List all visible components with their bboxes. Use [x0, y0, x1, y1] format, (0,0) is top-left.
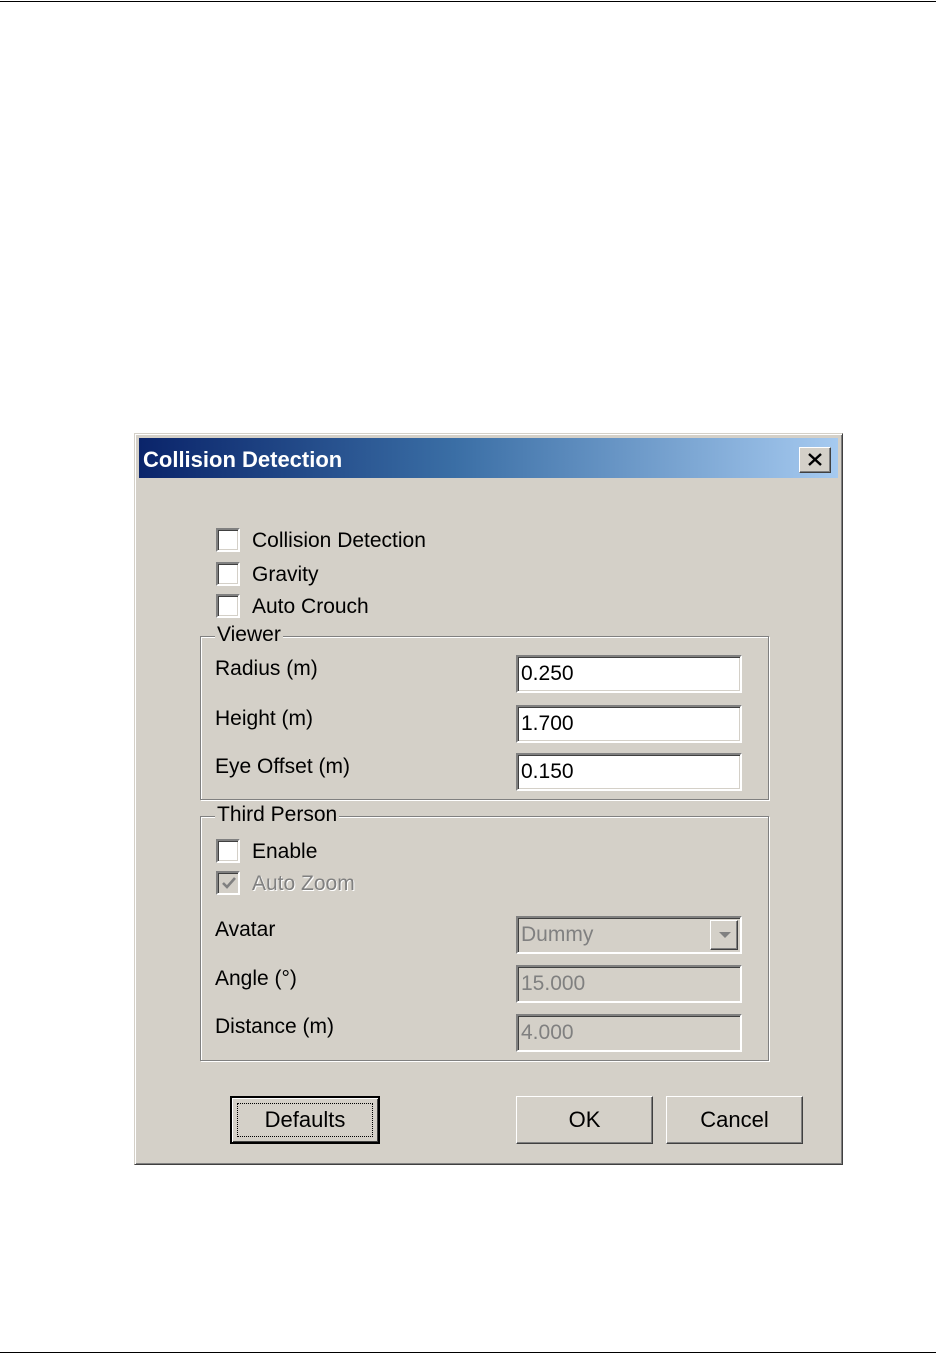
defaults-button[interactable]: Defaults	[230, 1096, 380, 1144]
viewer-group-title: Viewer	[215, 623, 283, 647]
cancel-button[interactable]: Cancel	[666, 1096, 803, 1144]
angle-input[interactable]	[521, 970, 721, 998]
radius-label: Radius (m)	[215, 657, 318, 680]
gravity-checkbox[interactable]	[216, 562, 240, 586]
avatar-combobox[interactable]	[516, 916, 742, 954]
close-x-icon	[808, 453, 822, 466]
cancel-button-label: Cancel	[700, 1107, 769, 1132]
eye-offset-input[interactable]	[521, 758, 721, 786]
collision-detection-checkbox[interactable]	[216, 528, 240, 552]
dialog-title: Collision Detection	[143, 447, 343, 472]
ok-button[interactable]: OK	[516, 1096, 653, 1144]
defaults-button-label: Defaults	[264, 1107, 346, 1132]
avatar-value[interactable]	[521, 921, 721, 949]
collision-detection-dialog: Collision Detection Collision Detection …	[134, 433, 843, 1165]
page-top-rule	[0, 1, 936, 2]
auto-crouch-checkbox[interactable]	[216, 594, 240, 618]
ok-button-label: OK	[568, 1107, 601, 1132]
distance-field[interactable]	[516, 1014, 742, 1052]
height-label: Height (m)	[215, 707, 314, 730]
auto-zoom-label[interactable]: Auto Zoom	[252, 872, 355, 896]
title-bar[interactable]: Collision Detection	[139, 438, 838, 478]
avatar-dropdown-button[interactable]	[710, 920, 738, 950]
gravity-label[interactable]: Gravity	[252, 563, 319, 587]
collision-detection-label[interactable]: Collision Detection	[252, 529, 426, 553]
checkmark-icon	[222, 877, 236, 889]
page-bottom-rule	[0, 1352, 936, 1353]
height-input[interactable]	[521, 710, 721, 738]
eye-offset-field[interactable]	[516, 753, 742, 791]
radius-input[interactable]	[521, 660, 721, 688]
eye-offset-label: Eye Offset (m)	[215, 755, 350, 778]
enable-label[interactable]: Enable	[252, 840, 317, 864]
angle-label: Angle (°)	[215, 967, 297, 990]
angle-field[interactable]	[516, 965, 742, 1003]
auto-zoom-checkbox[interactable]	[216, 871, 240, 895]
chevron-down-icon	[719, 932, 731, 938]
third-person-group-title: Third Person	[215, 803, 340, 827]
distance-input[interactable]	[521, 1019, 721, 1047]
avatar-label: Avatar	[215, 918, 276, 941]
height-field[interactable]	[516, 705, 742, 743]
distance-label: Distance (m)	[215, 1015, 335, 1038]
radius-field[interactable]	[516, 655, 742, 693]
enable-checkbox[interactable]	[216, 839, 240, 863]
close-button[interactable]	[799, 447, 831, 473]
auto-crouch-label[interactable]: Auto Crouch	[252, 595, 369, 619]
